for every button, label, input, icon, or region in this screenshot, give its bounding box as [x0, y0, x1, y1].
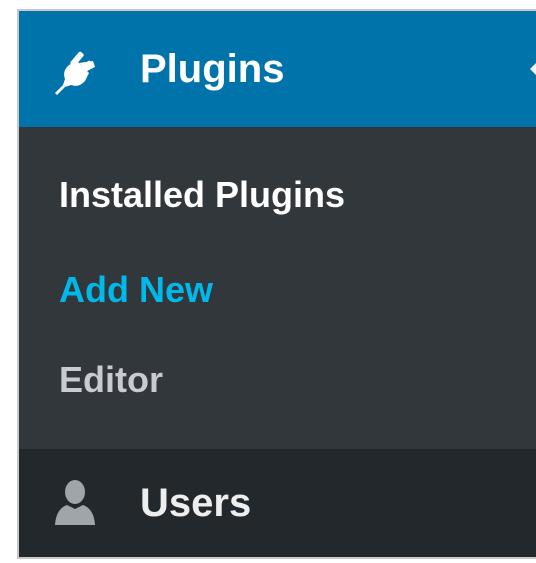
menu-item-label: Plugins	[140, 47, 285, 91]
menu-item-plugins[interactable]: Plugins	[19, 11, 536, 127]
plugins-submenu: Installed Plugins Add New Editor	[19, 127, 536, 449]
menu-item-users[interactable]: Users	[19, 449, 536, 557]
user-icon	[55, 480, 95, 525]
current-menu-indicator	[530, 51, 536, 87]
submenu-item-add-new[interactable]: Add New	[59, 267, 213, 313]
plug-icon	[55, 51, 95, 95]
menu-item-label: Users	[140, 481, 252, 525]
submenu-item-editor[interactable]: Editor	[59, 357, 163, 403]
admin-sidebar: Plugins Installed Plugins Add New Editor…	[17, 9, 536, 559]
submenu-item-installed-plugins[interactable]: Installed Plugins	[59, 172, 345, 218]
